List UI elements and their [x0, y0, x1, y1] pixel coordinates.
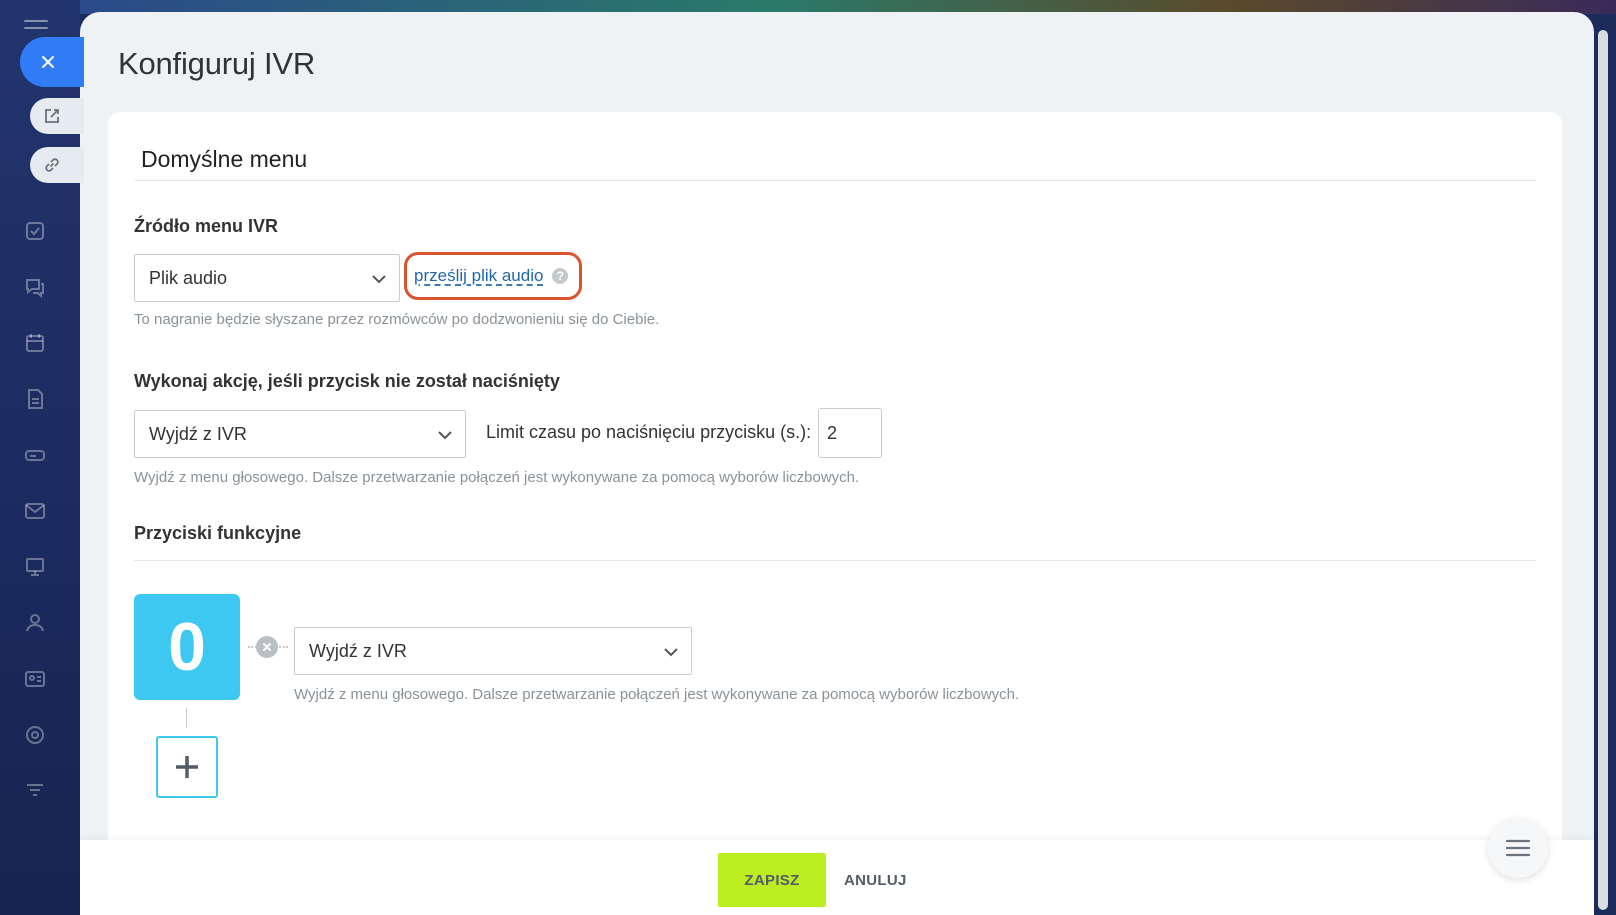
mail-icon: [22, 498, 48, 524]
source-hint: To nagranie będzie słyszane przez rozmów…: [134, 311, 660, 328]
timeout-input[interactable]: [818, 408, 882, 458]
cancel-button[interactable]: ANULUJ: [840, 853, 911, 907]
source-label: Źródło menu IVR: [134, 216, 278, 236]
filter-icon: [22, 778, 48, 804]
tasks-icon: [22, 218, 48, 244]
menu-button[interactable]: [1488, 818, 1548, 878]
card-title: Domyślne menu: [141, 146, 308, 172]
users-icon: [22, 610, 48, 636]
timeout-label: Limit czasu po naciśnięciu przycisku (s.…: [486, 422, 812, 442]
chat-icon: [22, 274, 48, 300]
contact-card-icon: [22, 666, 48, 692]
external-link-icon: [45, 109, 59, 123]
hamburger-icon: [24, 20, 48, 36]
no-press-hint: Wyjdź z menu głosowego. Dalsze przetwarz…: [134, 469, 860, 486]
default-menu-card: Domyślne menu Źródło menu IVR Plik audio…: [108, 112, 1562, 852]
remove-icon[interactable]: [256, 636, 278, 658]
source-select[interactable]: Plik audio: [134, 254, 400, 302]
scrollbar[interactable]: [1598, 30, 1608, 910]
plus-icon: [176, 756, 198, 778]
no-press-action-value: Wyjdź z IVR: [149, 423, 247, 444]
chevron-down-icon: [664, 648, 678, 657]
help-icon[interactable]: ?: [552, 268, 569, 284]
background-sidebar: [0, 0, 80, 915]
upload-audio-highlight: prześlij plik audio ?: [404, 252, 582, 300]
chevron-down-icon: [438, 431, 452, 440]
calendar-icon: [22, 330, 48, 356]
function-key-0[interactable]: 0: [134, 594, 240, 700]
page-title: Konfiguruj IVR: [118, 46, 316, 81]
close-slider-button[interactable]: [20, 37, 84, 87]
drive-icon: [22, 442, 48, 468]
key-connector-line: [186, 708, 187, 728]
ivr-config-slider: Konfiguruj IVR Domyślne menu Źródło menu…: [80, 12, 1594, 915]
divider: [134, 560, 1536, 561]
add-function-key-button[interactable]: [156, 736, 218, 798]
upload-audio-link[interactable]: prześlij plik audio: [414, 266, 543, 286]
document-icon: [22, 386, 48, 412]
no-press-label: Wykonaj akcję, jeśli przycisk nie został…: [134, 371, 560, 391]
link-icon: [45, 158, 59, 172]
copy-link-button[interactable]: [30, 147, 84, 183]
presentation-icon: [22, 554, 48, 580]
function-key-action-value: Wyjdź z IVR: [309, 640, 407, 661]
open-new-window-button[interactable]: [30, 98, 84, 134]
chevron-down-icon: [372, 275, 386, 284]
function-key-hint: Wyjdź z menu głosowego. Dalsze przetwarz…: [294, 686, 1020, 703]
target-icon: [22, 722, 48, 748]
no-press-action-select[interactable]: Wyjdź z IVR: [134, 410, 466, 458]
function-key-action-select[interactable]: Wyjdź z IVR: [294, 627, 692, 675]
divider: [134, 180, 1536, 181]
function-keys-label: Przyciski funkcyjne: [134, 523, 302, 543]
menu-icon: [1505, 839, 1531, 857]
close-icon: [42, 56, 54, 68]
footer-bar: ZAPISZ ANULUJ: [80, 840, 1594, 915]
source-select-value: Plik audio: [149, 267, 228, 288]
save-button[interactable]: ZAPISZ: [718, 853, 826, 907]
